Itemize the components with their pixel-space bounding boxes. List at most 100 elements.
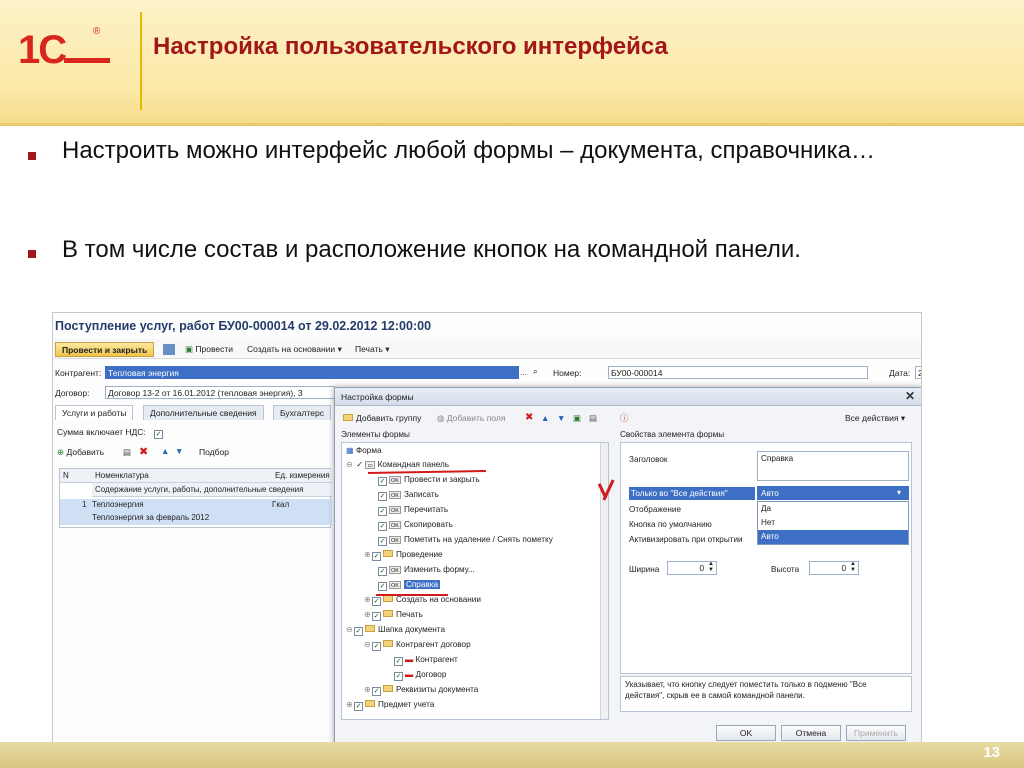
delete-icon[interactable]: ✖: [525, 411, 533, 425]
tree-item[interactable]: ⊕ ✓ Предмет учета: [346, 698, 434, 712]
tree-item[interactable]: ✓ OK Скопировать: [378, 518, 453, 532]
slide-header: [0, 0, 1024, 125]
checkbox[interactable]: ✓: [378, 477, 387, 486]
add-field-icon: ◍: [437, 413, 445, 423]
stepper-arrows-icon[interactable]: ▲ ▼: [708, 561, 714, 573]
checkbox[interactable]: ✓: [378, 537, 387, 546]
print-button[interactable]: Печать ▾: [355, 342, 390, 356]
bullet-marker: [28, 250, 36, 258]
button-icon: OK: [389, 581, 401, 589]
tree-item[interactable]: ✓ ▬ Договор: [394, 668, 446, 682]
column-header[interactable]: Ед. измерения: [272, 469, 332, 483]
checkbox[interactable]: ✓: [378, 507, 387, 516]
table-row[interactable]: Теплоэнергия за февраль 2012: [60, 512, 332, 525]
checkbox[interactable]: ✓: [372, 687, 381, 696]
button-icon: OK: [389, 521, 401, 529]
move-down-icon[interactable]: ▼: [557, 411, 565, 425]
dropdown-option[interactable]: Нет: [758, 516, 908, 530]
pick-button[interactable]: Подбор: [199, 447, 229, 457]
add-group-button[interactable]: Добавить группу: [343, 411, 421, 425]
button-icon: OK: [389, 491, 401, 499]
checkbox[interactable]: ✓: [372, 612, 381, 621]
tree-item[interactable]: ✓ OK Пометить на удаление / Снять пометку: [378, 533, 553, 547]
tree-label: Форма: [356, 446, 382, 455]
stepper-arrows-icon[interactable]: ▲ ▼: [850, 561, 856, 573]
only-all-actions-select[interactable]: Авто: [757, 486, 909, 500]
document-title: Поступление услуг, работ БУ00-000014 от …: [55, 319, 432, 333]
contract-label: Договор:: [55, 388, 90, 398]
checkbox[interactable]: ✓: [378, 567, 387, 576]
cancel-button[interactable]: Отмена: [781, 725, 841, 741]
table-row[interactable]: 1 Теплоэнергия Гкал: [60, 499, 332, 512]
form-settings-dialog: Настройка формы ✕ Добавить группу ◍ Доба…: [334, 387, 921, 745]
ok-button[interactable]: OK: [716, 725, 776, 741]
tree-item[interactable]: ⊖ ✓ Шапка документа: [346, 623, 445, 637]
post-button[interactable]: ▣ Провести: [185, 342, 233, 356]
move-up-icon[interactable]: ▲: [541, 411, 549, 425]
help-icon[interactable]: ⓘ: [620, 411, 629, 425]
header-prop-field[interactable]: Справка: [757, 451, 909, 481]
tree-item[interactable]: ⊕ ✓ Печать: [364, 608, 423, 622]
tree-item[interactable]: ⊕ ✓ Реквизиты документа: [364, 683, 478, 697]
tab-accounting[interactable]: Бухгалтерс: [273, 405, 331, 420]
row-item: Теплоэнергия: [92, 500, 144, 509]
bullet-text: Настроить можно интерфейс любой формы – …: [62, 137, 876, 164]
checkbox[interactable]: ✓: [372, 552, 381, 561]
search-icon[interactable]: ⌕: [533, 366, 538, 377]
checkbox[interactable]: ✓: [378, 522, 387, 531]
counterparty-field[interactable]: Тепловая энергия: [105, 366, 519, 379]
tree-item-help[interactable]: ✓ OK Справка: [378, 578, 441, 592]
column-subheader: Содержание услуги, работы, дополнительны…: [92, 483, 332, 497]
chevron-down-icon: ▾: [385, 344, 390, 354]
checkbox[interactable]: ✓: [354, 627, 363, 636]
add-field-button[interactable]: ◍ Добавить поля: [437, 411, 505, 425]
date-field[interactable]: 2: [915, 366, 921, 379]
row-unit: Гкал: [272, 500, 290, 509]
tab-additional[interactable]: Дополнительные сведения: [143, 405, 264, 420]
folder-icon: [383, 595, 393, 602]
move-down-icon[interactable]: ▼: [175, 446, 183, 456]
apply-button[interactable]: Применить: [846, 725, 906, 741]
tab-services[interactable]: Услуги и работы: [55, 405, 134, 420]
ellipsis-icon[interactable]: ...: [520, 367, 527, 377]
chevron-down-icon[interactable]: ▾: [897, 487, 901, 497]
contract-field[interactable]: Договор 13-2 от 16.01.2012 (тепловая эне…: [105, 386, 335, 399]
tree-item-form[interactable]: ▦ Форма: [346, 444, 382, 458]
checkbox[interactable]: ✓: [394, 657, 403, 666]
close-icon[interactable]: ✕: [905, 389, 915, 403]
create-based-button[interactable]: Создать на основании ▾: [247, 342, 342, 356]
save-icon[interactable]: [163, 344, 175, 355]
tree-item[interactable]: ✓ OK Изменить форму...: [378, 563, 475, 577]
delete-icon[interactable]: ✖: [139, 445, 148, 458]
checkbox[interactable]: ✓: [372, 597, 381, 606]
refresh-icon[interactable]: ▣: [573, 411, 581, 425]
copy-icon[interactable]: ▤: [123, 447, 131, 458]
post-and-close-button[interactable]: Провести и закрыть: [55, 342, 155, 357]
tree-label: Реквизиты документа: [396, 685, 479, 694]
column-header[interactable]: Номенклатура: [92, 469, 272, 483]
checkbox[interactable]: ✓: [372, 642, 381, 651]
tree-item[interactable]: ✓ ▬ Контрагент: [394, 653, 458, 667]
tree-label: Предмет учета: [378, 700, 435, 709]
dropdown-option[interactable]: Да: [758, 502, 908, 516]
all-actions-button[interactable]: Все действия ▾: [845, 411, 905, 425]
checkbox[interactable]: ✓: [378, 582, 387, 591]
tree-label: Справка: [403, 580, 441, 589]
tree-item[interactable]: ✓ OK Записать: [378, 488, 439, 502]
move-up-icon[interactable]: ▲: [161, 446, 169, 456]
copy-icon[interactable]: ▤: [589, 411, 597, 425]
grid-add-button[interactable]: ⊕ Добавить: [57, 447, 104, 458]
checkbox[interactable]: ✓: [394, 672, 403, 681]
post-label: Провести: [195, 344, 234, 354]
vat-checkbox[interactable]: ✓: [154, 427, 165, 439]
tree-item[interactable]: ⊖ ✓ Контрагент договор: [364, 638, 471, 652]
tree-label: Печать: [396, 610, 423, 619]
column-header[interactable]: N: [60, 469, 92, 483]
tree-item[interactable]: ✓ OK Провести и закрыть: [378, 473, 480, 487]
dropdown-option[interactable]: Авто: [758, 530, 908, 544]
tree-item[interactable]: ✓ OK Перечитать: [378, 503, 448, 517]
checkbox[interactable]: ✓: [354, 702, 363, 711]
checkbox[interactable]: ✓: [378, 492, 387, 501]
tree-item[interactable]: ⊕ ✓ Проведение: [364, 548, 443, 562]
number-field[interactable]: БУ00-000014: [608, 366, 868, 379]
